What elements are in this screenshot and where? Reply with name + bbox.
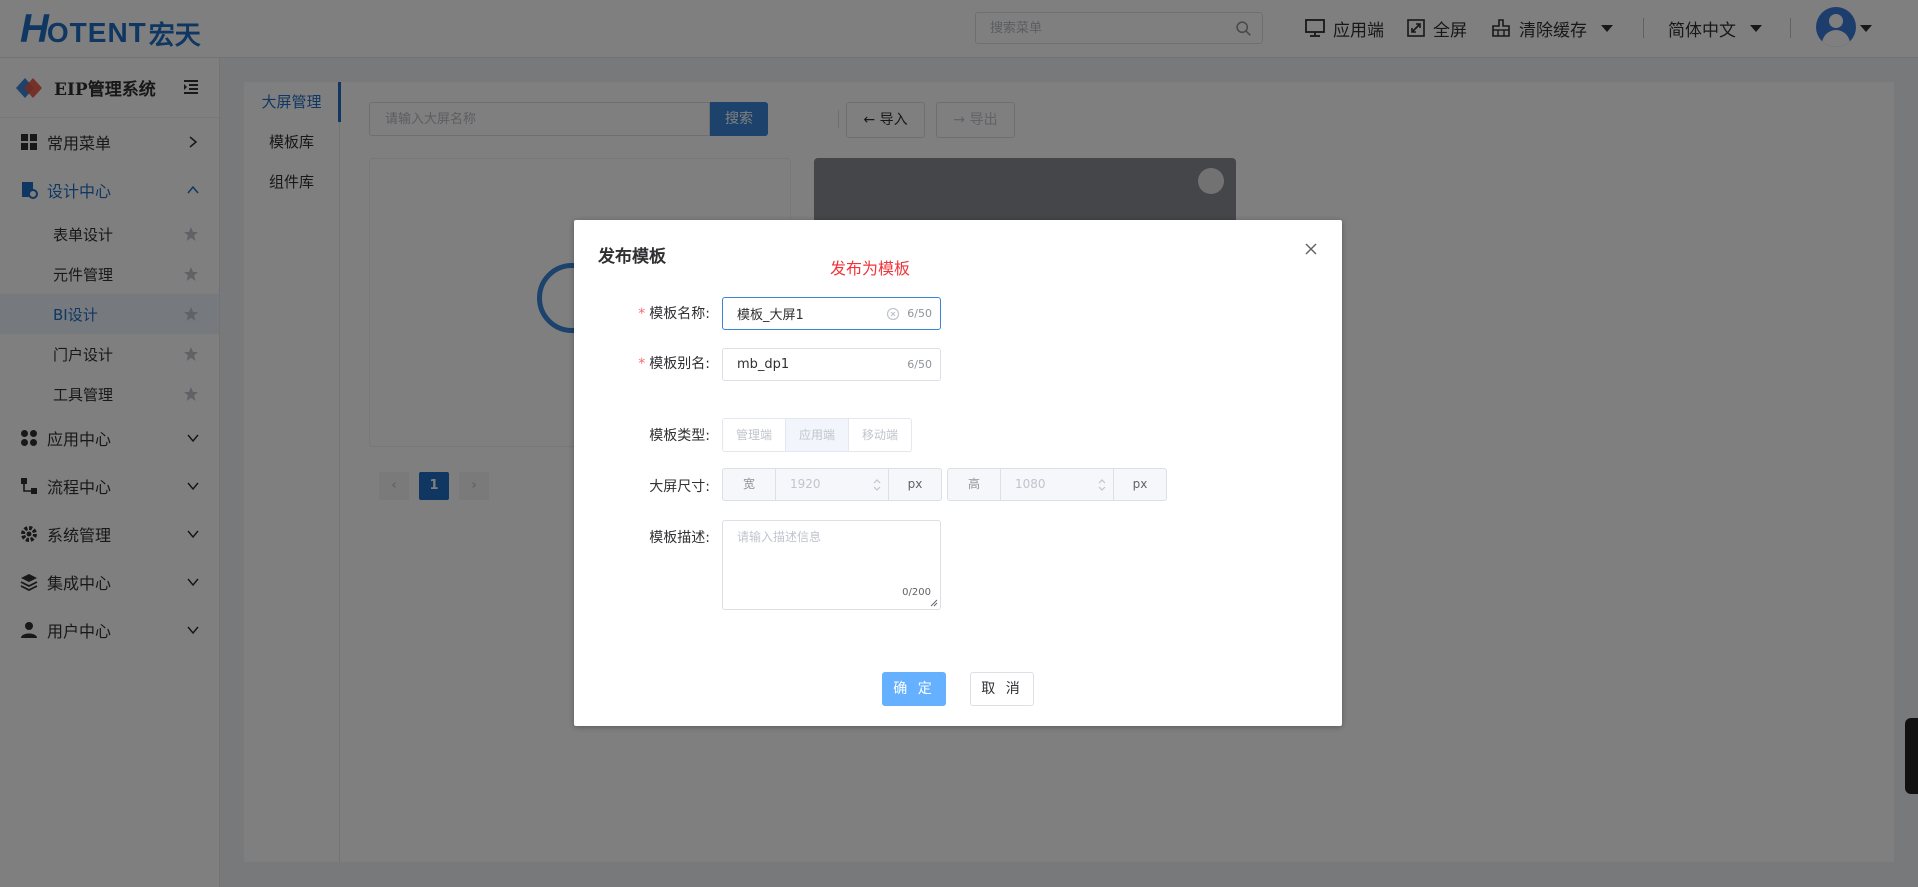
stepper-arrows-icon[interactable]: [872, 477, 882, 493]
char-counter: 6/50: [907, 307, 932, 320]
screen-size-label: 大屏尺寸:: [649, 479, 710, 495]
cancel-button[interactable]: 取 消: [970, 672, 1034, 706]
width-input[interactable]: 1920: [776, 469, 888, 500]
template-alias-input[interactable]: [723, 349, 883, 380]
char-counter: 0/200: [902, 587, 931, 598]
template-alias-label-text: 模板别名:: [649, 356, 710, 372]
radio-mobile-end[interactable]: 移动端: [849, 418, 913, 452]
width-value: 1920: [790, 477, 821, 491]
template-alias-field: 6/50: [722, 348, 941, 381]
confirm-button[interactable]: 确 定: [882, 672, 946, 706]
template-type-label: 模板类型:: [649, 428, 710, 444]
stepper-arrows-icon[interactable]: [1097, 477, 1107, 493]
required-star: *: [638, 306, 646, 322]
height-input[interactable]: 1080: [1001, 469, 1113, 500]
height-unit: px: [1113, 469, 1166, 500]
width-unit: px: [888, 469, 941, 500]
radio-admin-end[interactable]: 管理端: [722, 418, 787, 452]
resize-grip-icon[interactable]: [930, 599, 938, 607]
radio-app-end[interactable]: 应用端: [786, 418, 850, 452]
template-desc-textarea[interactable]: [723, 521, 923, 581]
height-value: 1080: [1015, 477, 1046, 491]
template-desc-label: 模板描述:: [649, 530, 710, 546]
template-alias-label: * 模板别名:: [574, 353, 710, 373]
close-icon[interactable]: [1304, 242, 1318, 256]
template-type-radio-group: 管理端 应用端 移动端: [722, 418, 913, 452]
char-counter: 6/50: [907, 358, 932, 371]
template-name-label-text: 模板名称:: [649, 306, 710, 322]
template-name-input[interactable]: [723, 298, 883, 329]
template-desc-field: 0/200: [722, 520, 941, 610]
required-star: *: [638, 356, 646, 372]
template-name-label: * 模板名称:: [574, 303, 710, 323]
dialog-title: 发布模板: [598, 247, 666, 267]
template-name-field: 6/50: [722, 297, 941, 330]
dialog-subtitle: 发布为模板: [830, 259, 911, 278]
width-input-group: 宽 1920 px: [722, 468, 942, 501]
width-prefix: 宽: [723, 469, 776, 500]
height-input-group: 高 1080 px: [947, 468, 1167, 501]
publish-template-dialog: 发布模板 发布为模板 *模板名称: 6/50 *模板别名: 6/50 模板类型:…: [574, 220, 1342, 726]
clear-icon[interactable]: [886, 307, 900, 321]
height-prefix: 高: [948, 469, 1001, 500]
